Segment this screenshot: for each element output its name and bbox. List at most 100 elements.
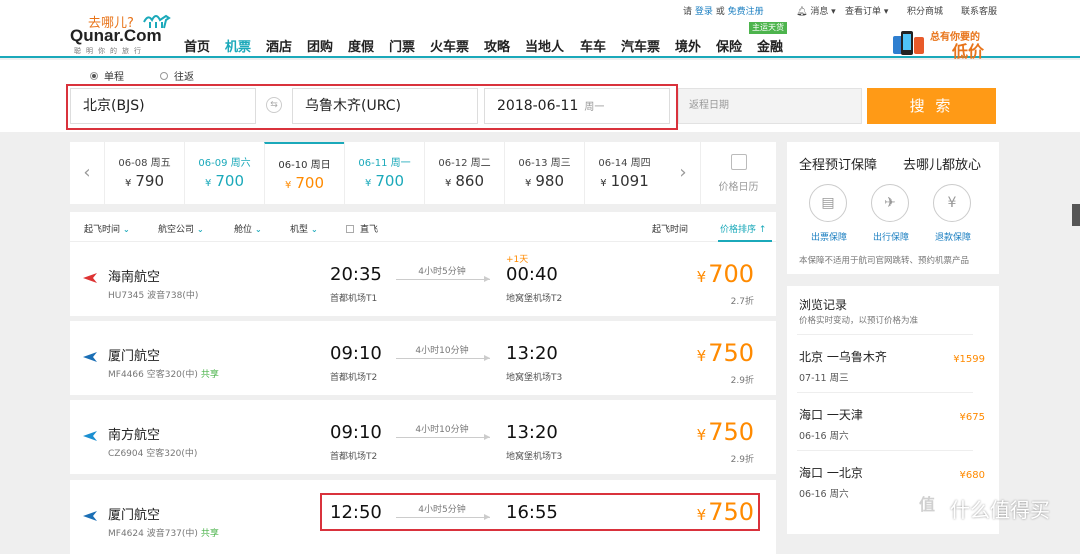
nav-item[interactable]: 汽车票 [621,36,660,55]
promo-banner[interactable]: 总有你要的 低价 [890,24,1000,61]
duration-arrow-icon [396,355,490,361]
filter-direct[interactable]: 直飞 [346,222,378,235]
discount-label: 2.7折 [730,297,754,307]
guarantee-title-left: 全程预订保障 [799,158,878,173]
duration-arrow-icon [396,434,490,440]
date-label: 06-13 周三 [518,158,571,169]
departure-airport: 首都机场T2 [330,373,378,383]
date-price-value: 1091 [610,172,649,190]
flight-price-value: 750 [708,418,754,446]
date-price-cell[interactable]: 06-11 周一 ¥700 [344,142,424,204]
history-date: 06-16 周六 [799,431,849,442]
date-price: ¥700 [185,172,264,190]
date-price-cell[interactable]: 06-14 周四 ¥1091 [584,142,664,204]
guarantee-link[interactable]: 退款保障 [935,230,971,243]
flight-row[interactable]: 南方航空 CZ6904 空客320(中) 09:10 首都机场T2 4小时10分钟 13… [70,400,776,474]
flight-number: MF4624 [108,529,144,539]
history-price: ¥1599 [953,354,985,365]
nav-item[interactable]: 酒店 [266,36,292,55]
date-price: ¥700 [345,172,424,190]
plane-icon: ✈ [871,184,909,222]
flight-duration: 4小时5分钟 [418,267,466,277]
logo-en-text: Qunar.Com [70,26,162,45]
sort-dep-time[interactable]: 起飞时间 [652,222,688,235]
history-item[interactable]: 海口 一天津 06-16 周六 ¥675 [787,398,999,456]
nav-item[interactable]: 首页 [184,36,210,55]
history-route: 北京 一乌鲁木齐 [799,350,887,364]
login-link[interactable]: 登录 [695,7,713,17]
history-date: 06-16 周六 [799,489,849,500]
departure-airport: 首都机场T1 [330,294,378,304]
currency-symbol: ¥ [124,178,132,189]
top-header: 去哪儿? Qunar.Com 聪明你的旅行 首页 机票 酒店 团购 度假 门票 火车票 攻略当… [0,0,1080,61]
date-price-value: 860 [455,172,484,190]
flight-price[interactable]: ¥700 [697,260,754,288]
or-text: 或 [715,7,725,17]
nav-item[interactable]: 机票 [225,36,251,55]
promo-line2: 低价 [952,42,985,61]
guarantee-link[interactable]: 出行保障 [873,230,909,243]
airline-logo-icon [83,273,97,283]
airline-logo-icon [83,352,97,362]
duration-arrow-icon [396,276,490,282]
sort-price[interactable]: 价格排序 ↑ [720,222,766,235]
airline-logo-icon [83,431,97,441]
flight-price[interactable]: ¥750 [697,418,754,446]
messages-menu[interactable]: 🔔︎ 消息 ▾ [796,4,836,18]
filter-direct-label: 直飞 [360,225,379,235]
nav-item[interactable]: 度假 [348,36,374,55]
scrollbar[interactable] [1072,204,1080,226]
nav-item[interactable]: 金融 [757,36,783,55]
filter-aircraft[interactable]: 机型 ⌄ [290,222,318,235]
date-price-cell[interactable]: 06-13 周三 ¥980 [504,142,584,204]
prev-dates-chevron-icon[interactable]: ‹ [70,142,104,204]
departure-time: 09:10 [330,422,382,443]
roundtrip-radio[interactable]: 往返 [160,68,194,83]
checkbox[interactable] [346,225,354,233]
filter-dep-time[interactable]: 起飞时间 ⌄ [84,222,130,235]
date-price-cell[interactable]: 06-12 周二 ¥860 [424,142,504,204]
chevron-down-icon: ⌄ [197,225,204,234]
points-link[interactable]: 积分商城 [907,4,943,18]
nav-item[interactable]: 团购 [307,36,333,55]
filter-cabin[interactable]: 舱位 ⌄ [234,222,262,235]
date-price-cell[interactable]: 06-09 周六 ¥700 [184,142,264,204]
oneway-radio[interactable]: 单程 [90,68,124,83]
date-price-cell[interactable]: 06-10 周日 ¥700 [264,142,344,204]
aircraft-type: 空客320(中) [146,370,198,380]
history-item[interactable]: 北京 一乌鲁木齐 07-11 周三 ¥1599 [787,340,999,398]
discount-label: 2.9折 [730,376,754,386]
nav-item[interactable]: 门票 [389,36,415,55]
return-date-input[interactable]: 返程日期 [678,88,862,124]
guarantee-link[interactable]: 出票保障 [811,230,847,243]
arrival-time: 13:20 [506,343,558,364]
flight-meta: MF4624 波音737(中) 共享 [108,526,219,539]
next-dates-chevron-icon[interactable]: › [666,142,700,204]
qunar-logo[interactable]: 去哪儿? Qunar.Com 聪明你的旅行 [70,8,175,55]
price-calendar-button[interactable]: 价格日历 [700,142,776,204]
date-label: 06-08 周五 [118,158,171,169]
nav-item[interactable]: 当地人 [525,36,564,55]
flight-price[interactable]: ¥750 [697,339,754,367]
history-subtitle: 价格实时变动，以预订价格为准 [799,316,919,326]
filter-airline[interactable]: 航空公司 ⌄ [158,222,204,235]
nav-item[interactable]: 境外 [675,36,701,55]
nav-item[interactable]: 保险 [716,36,742,55]
flight-number: HU7345 [108,291,145,301]
date-price-cell[interactable]: 06-08 周五 ¥790 [104,142,184,204]
nav-item[interactable]: 车车 [580,36,606,55]
currency-symbol: ¥ [364,178,372,189]
phones-icon [893,31,924,55]
flight-row[interactable]: 海南航空 HU7345 波音738(中) 20:35 首都机场T1 4小时5分钟 +1天… [70,242,776,316]
nav-item[interactable]: 火车票 [430,36,469,55]
search-button[interactable]: 搜 索 [867,88,996,124]
register-link[interactable]: 免费注册 [728,7,764,17]
chevron-down-icon: ⌄ [123,225,130,234]
nav-item[interactable]: 攻略 [484,36,510,55]
flight-row[interactable]: 厦门航空 MF4466 空客320(中) 共享 09:10 首都机场T2 4小时10分钟… [70,321,776,395]
orders-menu[interactable]: 查看订单 ▾ [845,4,888,18]
watermark: 值 什么值得买 [912,490,1072,526]
airline-logo-icon [83,511,97,521]
date-price: ¥860 [425,172,504,190]
service-link[interactable]: 联系客服 [961,4,997,18]
